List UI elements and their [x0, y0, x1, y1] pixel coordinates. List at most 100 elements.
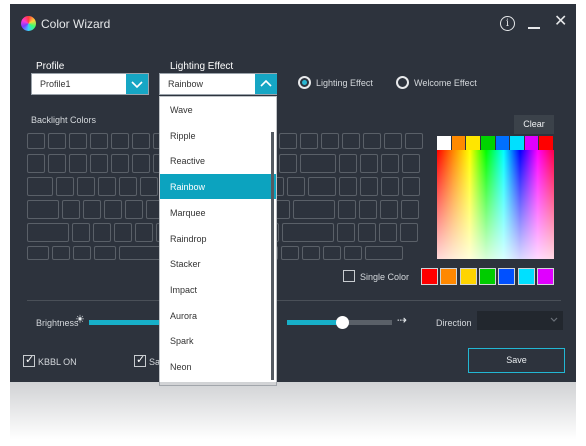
- keyboard-key[interactable]: [287, 177, 305, 196]
- keyboard-key[interactable]: [72, 223, 90, 242]
- close-icon[interactable]: ✕: [554, 14, 568, 30]
- keyboard-key[interactable]: [94, 246, 116, 260]
- minimize-icon[interactable]: [528, 27, 540, 29]
- keyboard-key[interactable]: [56, 177, 74, 196]
- keyboard-key[interactable]: [104, 200, 122, 219]
- keyboard-key[interactable]: [379, 223, 397, 242]
- preset-color-swatch[interactable]: [517, 268, 535, 285]
- keyboard-key[interactable]: [300, 154, 336, 173]
- keyboard-key[interactable]: [62, 200, 80, 219]
- speed-slider-fill[interactable]: [287, 320, 339, 325]
- keyboard-key[interactable]: [132, 133, 150, 149]
- dropdown-option[interactable]: Raindrop: [160, 226, 276, 251]
- keyboard-key[interactable]: [114, 223, 132, 242]
- keyboard-key[interactable]: [302, 246, 320, 260]
- color-swatch[interactable]: [437, 136, 451, 150]
- keyboard-key[interactable]: [48, 154, 66, 173]
- brightness-slider[interactable]: [89, 320, 159, 325]
- dropdown-option[interactable]: Rainbow: [160, 174, 276, 200]
- keyboard-key[interactable]: [48, 133, 66, 149]
- dropdown-option[interactable]: Wave: [160, 97, 276, 122]
- keyboard-key[interactable]: [321, 133, 339, 149]
- keyboard-key[interactable]: [339, 177, 357, 196]
- keyboard-key[interactable]: [27, 133, 45, 149]
- keyboard-key[interactable]: [402, 154, 420, 173]
- lighting-effect-radio[interactable]: [298, 76, 311, 89]
- preset-color-swatch[interactable]: [536, 268, 554, 285]
- keyboard-key[interactable]: [360, 154, 378, 173]
- keyboard-key[interactable]: [381, 154, 399, 173]
- color-spectrum-picker[interactable]: [437, 150, 554, 259]
- keyboard-key[interactable]: [381, 177, 399, 196]
- color-swatch[interactable]: [539, 136, 553, 150]
- keyboard-key[interactable]: [365, 246, 403, 260]
- keyboard-key[interactable]: [401, 200, 419, 219]
- keyboard-key[interactable]: [52, 246, 70, 260]
- color-swatch[interactable]: [510, 136, 524, 150]
- save-button[interactable]: Save: [468, 348, 565, 373]
- keyboard-key[interactable]: [339, 154, 357, 173]
- direction-select[interactable]: [477, 311, 563, 330]
- keyboard-key[interactable]: [359, 200, 377, 219]
- keyboard-key[interactable]: [400, 223, 418, 242]
- keyboard-key[interactable]: [402, 177, 420, 196]
- dropdown-option[interactable]: Ripple: [160, 123, 276, 148]
- keyboard-key[interactable]: [281, 246, 299, 260]
- keyboard-key[interactable]: [380, 200, 398, 219]
- color-swatch[interactable]: [495, 136, 510, 150]
- keyboard-key[interactable]: [140, 177, 158, 196]
- dropdown-option[interactable]: Reactive: [160, 148, 276, 173]
- keyboard-key[interactable]: [93, 223, 111, 242]
- speed-slider-track[interactable]: [345, 320, 392, 325]
- preset-color-swatch[interactable]: [421, 268, 438, 285]
- keyboard-key[interactable]: [279, 133, 297, 149]
- keyboard-key[interactable]: [363, 133, 381, 149]
- preset-color-swatch[interactable]: [498, 268, 516, 285]
- keyboard-key[interactable]: [98, 177, 116, 196]
- keyboard-key[interactable]: [360, 177, 378, 196]
- keyboard-key[interactable]: [69, 154, 87, 173]
- keyboard-key[interactable]: [338, 200, 356, 219]
- keyboard-key[interactable]: [337, 223, 355, 242]
- keyboard-key[interactable]: [90, 154, 108, 173]
- dropdown-option[interactable]: Spark: [160, 328, 276, 353]
- keyboard-key[interactable]: [344, 246, 362, 260]
- preset-color-swatch[interactable]: [478, 268, 496, 285]
- color-swatch[interactable]: [524, 136, 539, 150]
- lighting-effect-dropdown-button[interactable]: [255, 74, 277, 94]
- color-swatch[interactable]: [480, 136, 495, 150]
- keyboard-key[interactable]: [111, 154, 129, 173]
- keyboard-key[interactable]: [27, 223, 69, 242]
- keyboard-key[interactable]: [69, 133, 87, 149]
- dropdown-scrollbar[interactable]: [271, 132, 274, 380]
- keyboard-key[interactable]: [83, 200, 101, 219]
- keyboard-key[interactable]: [90, 133, 108, 149]
- keyboard-key[interactable]: [27, 154, 45, 173]
- keyboard-key[interactable]: [73, 246, 91, 260]
- speed-slider-thumb[interactable]: [336, 316, 349, 329]
- keyboard-key[interactable]: [77, 177, 95, 196]
- keyboard-key[interactable]: [308, 177, 336, 196]
- keyboard-key[interactable]: [282, 223, 334, 242]
- dropdown-option[interactable]: Impact: [160, 277, 276, 302]
- clear-button[interactable]: Clear: [514, 115, 554, 134]
- dropdown-option[interactable]: Aurora: [160, 303, 276, 328]
- color-swatch[interactable]: [451, 136, 466, 150]
- dropdown-option[interactable]: Stacker: [160, 251, 276, 276]
- keyboard-key[interactable]: [358, 223, 376, 242]
- keyboard-key[interactable]: [132, 154, 150, 173]
- keyboard-key[interactable]: [111, 133, 129, 149]
- kbbl-on-checkbox[interactable]: [23, 353, 35, 367]
- save-checkbox[interactable]: [134, 353, 146, 367]
- keyboard-key[interactable]: [293, 200, 335, 219]
- keyboard-key[interactable]: [135, 223, 153, 242]
- keyboard-key[interactable]: [342, 133, 360, 149]
- dropdown-option[interactable]: Marquee: [160, 200, 276, 225]
- keyboard-key[interactable]: [119, 177, 137, 196]
- keyboard-key[interactable]: [323, 246, 341, 260]
- dropdown-option[interactable]: Neon: [160, 354, 276, 379]
- keyboard-key[interactable]: [27, 200, 59, 219]
- keyboard-key[interactable]: [27, 177, 53, 196]
- preset-color-swatch[interactable]: [459, 268, 477, 285]
- keyboard-key[interactable]: [384, 133, 402, 149]
